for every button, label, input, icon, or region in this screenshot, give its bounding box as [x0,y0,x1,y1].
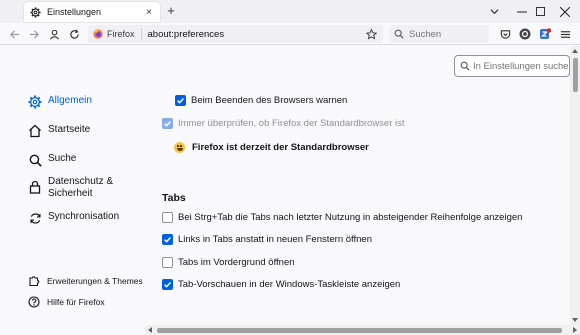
search-icon [460,61,470,71]
taskbar-previews-checkbox[interactable] [162,279,173,290]
tabs-section-title: Tabs [162,192,186,204]
identity-label: Firefox [107,29,135,39]
close-tab-button[interactable]: × [142,5,156,19]
forward-button[interactable] [26,26,42,42]
new-tab-button[interactable]: + [164,4,178,18]
scroll-left-arrow-icon[interactable] [145,325,155,335]
identity-box[interactable]: Firefox [93,28,142,40]
taskbar-previews-label: Tab-Vorschauen in der Windows-Taskleiste… [178,279,401,290]
tab-title: Einstellungen [47,7,102,17]
horizontal-scroll-thumb[interactable] [157,328,562,333]
search-icon [394,29,404,39]
sidebar-item-suche[interactable]: Suche [28,153,76,167]
warn-on-quit-checkbox[interactable] [175,95,186,106]
gear-icon [28,95,42,109]
warn-on-quit-label: Beim Beenden des Browsers warnen [191,95,348,106]
list-all-tabs-button[interactable] [487,4,501,18]
sidebar-item-allgemein[interactable]: Allgemein [28,95,92,109]
url-text: about:preferences [147,28,225,40]
tab-strip: Einstellungen × + [0,0,580,23]
extension-icon[interactable] [518,27,532,41]
ctrl-tab-label: Bei Strg+Tab die Tabs nach letzter Nutzu… [178,212,523,223]
pocket-icon[interactable] [498,27,512,41]
sidebar-item-startseite[interactable]: Startseite [28,124,90,138]
pref-links-in-tabs[interactable]: Links in Tabs anstatt in neuen Fenstern … [162,234,372,245]
sidebar-item-label: Synchronisation [48,211,120,222]
find-in-settings[interactable] [454,55,570,77]
extension-2-icon[interactable] [538,27,552,41]
default-browser-status-text: Firefox ist derzeit der Standardbrowser [192,142,369,153]
scroll-down-arrow-icon[interactable] [570,315,580,325]
tab-settings[interactable]: Einstellungen × [24,2,160,22]
check-default-checkbox [162,118,173,129]
pref-ctrl-tab-recent[interactable]: Bei Strg+Tab die Tabs nach letzter Nutzu… [162,212,522,223]
find-in-settings-input[interactable] [473,60,569,72]
sidebar-item-synchronisation[interactable]: Synchronisation [28,211,119,225]
navigation-toolbar: Firefox about:preferences [0,23,580,45]
vertical-scroll-thumb[interactable] [573,58,578,92]
sidebar-item-datenschutz[interactable]: Datenschutz & Sicherheit [28,176,113,200]
search-input[interactable] [409,28,479,40]
links-in-tabs-label: Links in Tabs anstatt in neuen Fenstern … [178,234,373,245]
sidebar-link-help[interactable]: Hilfe für Firefox [28,296,105,308]
preferences-page: Allgemein Startseite Suche Datenschutz &… [0,46,570,325]
window-close-button[interactable] [550,0,580,23]
sync-icon [28,211,42,225]
pref-taskbar-previews[interactable]: Tab-Vorschauen in der Windows-Taskleiste… [162,279,400,290]
sidebar-item-label: Datenschutz & Sicherheit [48,176,113,200]
sidebar-item-label: Suche [48,153,77,164]
account-icon[interactable] [46,26,62,42]
search-icon [28,153,42,167]
pref-check-default: Immer überprüfen, ob Firefox der Standar… [162,118,405,129]
check-default-label: Immer überprüfen, ob Firefox der Standar… [178,118,405,129]
scroll-right-arrow-icon[interactable] [570,325,580,335]
extensions-link-label: Erweiterungen & Themes [47,276,143,286]
pref-tabs-foreground[interactable]: Tabs im Vordergrund öffnen [162,257,295,268]
sidebar-item-label-line1: Datenschutz & [48,176,114,187]
menu-icon[interactable] [558,27,572,41]
firefox-logo-icon [93,29,103,39]
url-bar[interactable]: Firefox about:preferences [88,25,383,43]
scroll-up-arrow-icon[interactable] [570,46,580,56]
sidebar-link-extensions[interactable]: Erweiterungen & Themes [28,275,143,287]
sidebar-item-label: Allgemein [48,95,92,106]
pref-warn-on-quit[interactable]: Beim Beenden des Browsers warnen [175,95,347,106]
vertical-scrollbar[interactable] [570,46,580,325]
bookmark-star-icon[interactable] [364,27,378,41]
horizontal-scrollbar[interactable] [145,325,580,335]
smiley-icon [174,142,185,153]
tabs-foreground-checkbox[interactable] [162,257,173,268]
sidebar-item-label-line2: Sicherheit [48,188,93,199]
links-in-tabs-checkbox[interactable] [162,234,173,245]
tabs-foreground-label: Tabs im Vordergrund öffnen [178,257,295,268]
search-bar[interactable] [389,25,489,43]
lock-icon [28,180,42,194]
help-icon [28,296,40,308]
reload-button[interactable] [66,26,82,42]
back-button[interactable] [6,26,22,42]
ctrl-tab-checkbox[interactable] [162,212,173,223]
puzzle-icon [28,275,40,287]
help-link-label: Hilfe für Firefox [47,297,105,307]
home-icon [28,124,42,138]
gear-icon [30,6,41,18]
default-browser-status: Firefox ist derzeit der Standardbrowser [174,142,369,153]
sidebar-item-label: Startseite [48,124,91,135]
